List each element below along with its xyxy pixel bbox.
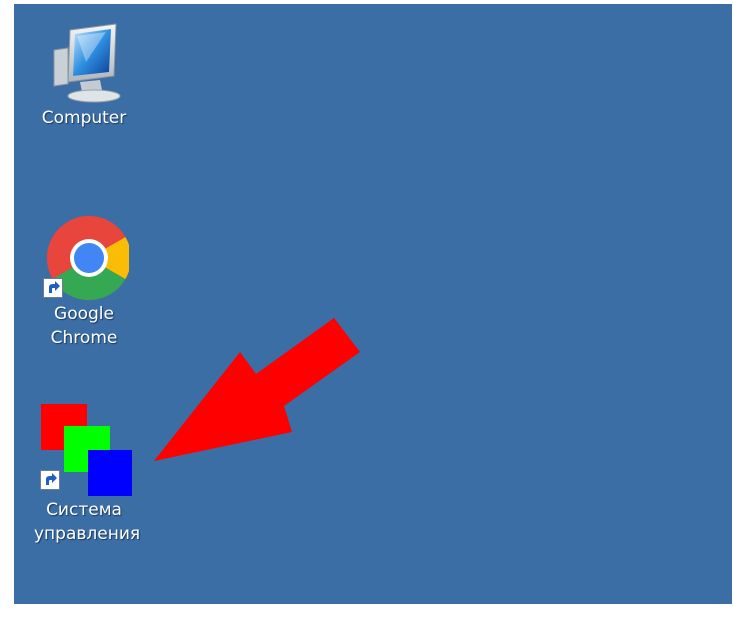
desktop-background: Computer Google Chrome Система управлени…: [14, 4, 732, 604]
annotation-arrow: [154, 318, 360, 461]
